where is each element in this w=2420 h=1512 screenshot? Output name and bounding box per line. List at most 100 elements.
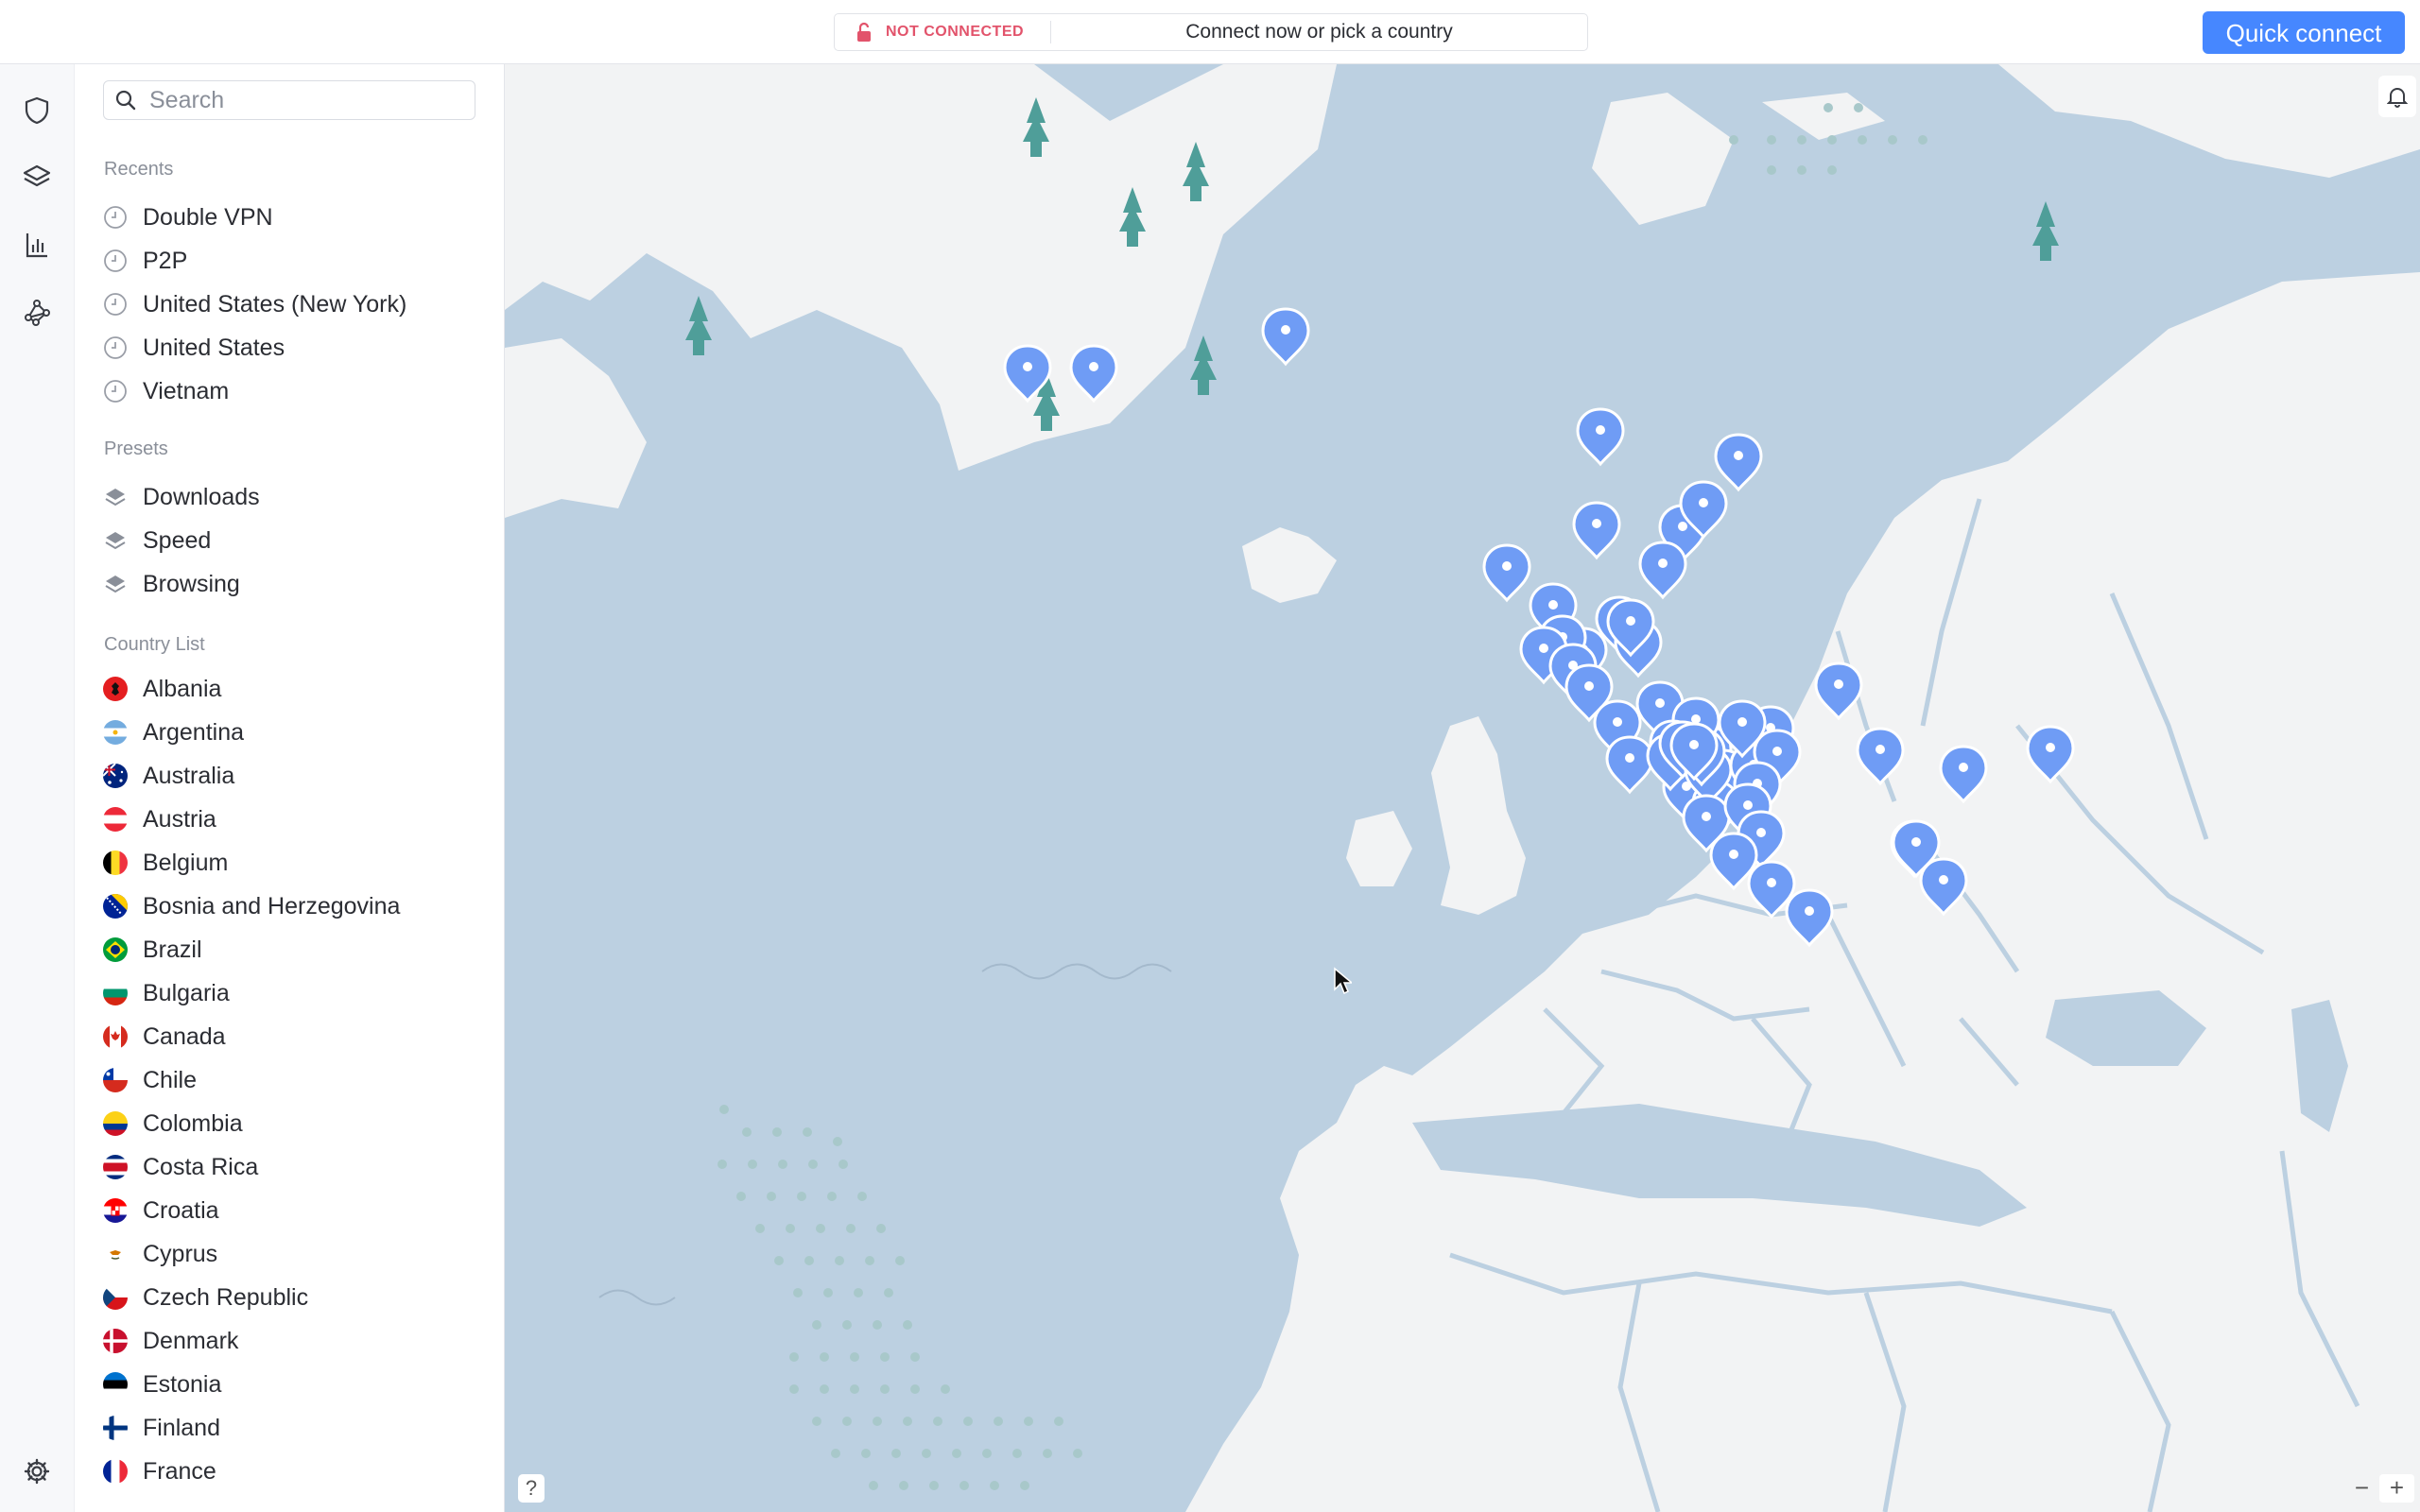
country-item-austria[interactable]: Austria xyxy=(103,799,491,836)
notification-bell-button[interactable] xyxy=(2378,76,2416,117)
country-item-estonia[interactable]: Estonia xyxy=(103,1364,491,1401)
country-item-finland[interactable]: Finland xyxy=(103,1407,491,1445)
country-item-albania[interactable]: Albania xyxy=(103,668,491,706)
server-location-pin[interactable] xyxy=(1939,745,1988,804)
layers-icon xyxy=(105,576,126,593)
country-item-label: France xyxy=(143,1458,216,1485)
recent-item-us-new-york[interactable]: United States (New York) xyxy=(103,284,491,321)
recent-item-p2p[interactable]: P2P xyxy=(103,240,491,278)
country-item-label: Estonia xyxy=(143,1371,222,1398)
country-item-cyprus[interactable]: Cyprus xyxy=(103,1233,491,1271)
denmark-flag-icon xyxy=(103,1329,128,1353)
server-location-pin[interactable] xyxy=(1576,407,1625,467)
country-item-costa-rica[interactable]: Costa Rica xyxy=(103,1146,491,1184)
country-item-label: Colombia xyxy=(143,1110,243,1137)
preset-item-label: Browsing xyxy=(143,571,240,597)
country-item-colombia[interactable]: Colombia xyxy=(103,1103,491,1141)
server-location-pin[interactable] xyxy=(1714,433,1763,492)
croatia-flag-icon xyxy=(103,1198,128,1223)
recent-item-vietnam[interactable]: Vietnam xyxy=(103,370,491,408)
country-item-label: Australia xyxy=(143,763,235,789)
search-input[interactable] xyxy=(147,85,463,115)
country-item-chile[interactable]: Chile xyxy=(103,1059,491,1097)
server-location-pin[interactable] xyxy=(1856,727,1905,786)
search-box[interactable] xyxy=(103,80,475,120)
country-item-brazil[interactable]: Brazil xyxy=(103,929,491,967)
country-item-czech-republic[interactable]: Czech Republic xyxy=(103,1277,491,1314)
country-item-argentina[interactable]: Argentina xyxy=(103,712,491,749)
country-item-croatia[interactable]: Croatia xyxy=(103,1190,491,1228)
server-location-pin[interactable] xyxy=(1814,662,1863,721)
lock-open-icon xyxy=(856,22,873,47)
help-button[interactable]: ? xyxy=(518,1474,544,1503)
colombia-flag-icon xyxy=(103,1111,128,1136)
country-item-label: Argentina xyxy=(143,719,245,746)
cyprus-flag-icon xyxy=(103,1242,128,1266)
shield-icon[interactable] xyxy=(21,94,53,127)
clock-icon xyxy=(104,380,127,403)
server-location-pin[interactable] xyxy=(2026,725,2075,784)
preset-item-label: Speed xyxy=(143,527,212,554)
country-item-label: Albania xyxy=(143,676,222,702)
preset-item-speed[interactable]: Speed xyxy=(103,520,491,558)
country-item-france[interactable]: France xyxy=(103,1451,491,1488)
costa-rica-flag-icon xyxy=(103,1155,128,1179)
server-location-pin[interactable] xyxy=(1069,344,1118,404)
sidebar: Recents Double VPN P2P United States (Ne… xyxy=(75,64,505,1512)
quick-connect-button[interactable]: Quick connect xyxy=(2203,11,2405,54)
connection-prompt[interactable]: Connect now or pick a country xyxy=(1051,21,1587,43)
server-location-pin[interactable] xyxy=(1003,344,1052,404)
layers-icon xyxy=(105,489,126,507)
country-item-label: Cyprus xyxy=(143,1241,218,1267)
presets-title: Presets xyxy=(104,438,168,459)
server-location-pin[interactable] xyxy=(1638,541,1687,600)
country-item-label: Croatia xyxy=(143,1197,219,1224)
zoom-out-button[interactable]: − xyxy=(2344,1474,2379,1503)
country-item-bosnia-and-herzegovina[interactable]: Bosnia and Herzegovina xyxy=(103,885,491,923)
server-location-pin[interactable] xyxy=(1605,735,1654,795)
czech-flag-icon xyxy=(103,1285,128,1310)
top-bar: NOT CONNECTED Connect now or pick a coun… xyxy=(0,0,2420,64)
gear-icon[interactable] xyxy=(21,1455,53,1487)
world-map[interactable]: ? − + xyxy=(505,64,2420,1512)
country-item-label: Brazil xyxy=(143,936,202,963)
zoom-in-button[interactable]: + xyxy=(2379,1474,2414,1503)
server-location-pin[interactable] xyxy=(1785,888,1834,948)
preset-item-label: Downloads xyxy=(143,484,260,510)
bosnia-flag-icon xyxy=(103,894,128,919)
country-item-label: Finland xyxy=(143,1415,220,1441)
country-item-label: Costa Rica xyxy=(143,1154,259,1180)
country-item-label: Chile xyxy=(143,1067,197,1093)
server-location-pin[interactable] xyxy=(1261,307,1310,367)
chile-flag-icon xyxy=(103,1068,128,1092)
recent-item-label: Double VPN xyxy=(143,204,273,231)
layers-icon xyxy=(105,532,126,550)
chart-icon[interactable] xyxy=(21,229,53,261)
austria-flag-icon xyxy=(103,807,128,832)
connection-status-bar[interactable]: NOT CONNECTED Connect now or pick a coun… xyxy=(834,13,1588,51)
recent-item-double-vpn[interactable]: Double VPN xyxy=(103,197,491,234)
country-item-australia[interactable]: Australia xyxy=(103,755,491,793)
meshnet-icon[interactable] xyxy=(21,297,53,329)
search-icon xyxy=(115,90,136,115)
preset-item-downloads[interactable]: Downloads xyxy=(103,476,491,514)
server-location-pin[interactable] xyxy=(1919,857,1968,917)
preset-item-browsing[interactable]: Browsing xyxy=(103,563,491,601)
clock-icon xyxy=(104,336,127,359)
albania-flag-icon xyxy=(103,677,128,701)
country-item-denmark[interactable]: Denmark xyxy=(103,1320,491,1358)
layers-icon[interactable] xyxy=(21,161,53,193)
country-item-label: Bulgaria xyxy=(143,980,230,1006)
recent-item-united-states[interactable]: United States xyxy=(103,327,491,365)
country-item-belgium[interactable]: Belgium xyxy=(103,842,491,880)
server-location-pin[interactable] xyxy=(1482,543,1531,603)
country-item-bulgaria[interactable]: Bulgaria xyxy=(103,972,491,1010)
estonia-flag-icon xyxy=(103,1372,128,1397)
argentina-flag-icon xyxy=(103,720,128,745)
country-item-label: Austria xyxy=(143,806,216,833)
recent-item-label: United States xyxy=(143,335,285,361)
country-item-canada[interactable]: Canada xyxy=(103,1016,491,1054)
mouse-cursor-icon xyxy=(1334,967,1352,995)
server-location-pin[interactable] xyxy=(1572,501,1621,560)
finland-flag-icon xyxy=(103,1416,128,1440)
